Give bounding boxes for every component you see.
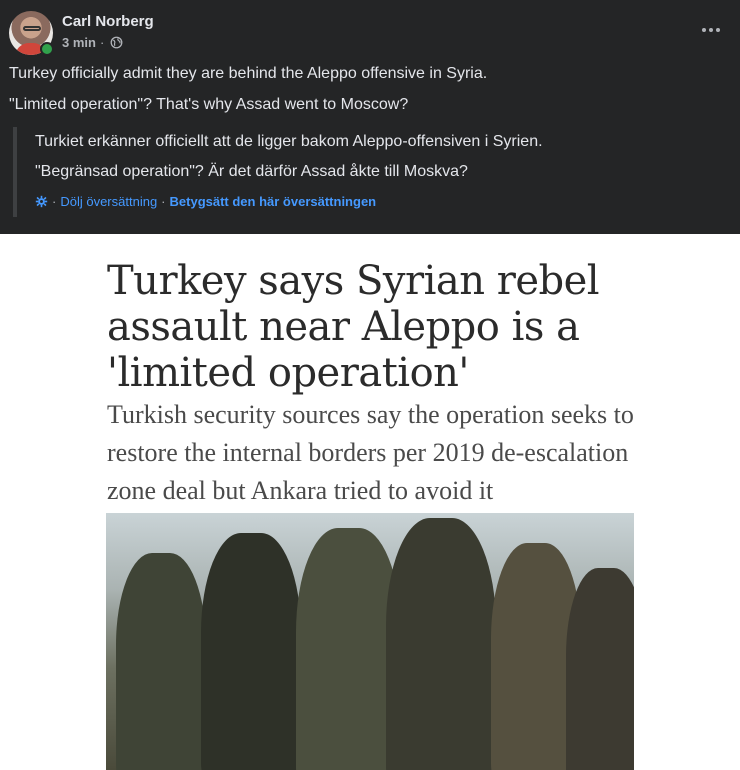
footer-separator: · — [52, 194, 57, 209]
soldier-figure — [201, 533, 301, 770]
article-headline: Turkey says Syrian rebel assault near Al… — [107, 258, 600, 396]
post-image[interactable]: Turkey says Syrian rebel assault near Al… — [0, 234, 740, 770]
author-name[interactable]: Carl Norberg — [62, 13, 154, 30]
post-time[interactable]: 3 min — [62, 35, 96, 50]
footer-separator: · — [161, 194, 166, 209]
hide-translation-link[interactable]: Dölj översättning — [60, 194, 157, 209]
post-text-line: "Limited operation"? That's why Assad we… — [9, 96, 409, 113]
online-status-icon — [40, 42, 54, 56]
soldiers-photo — [106, 513, 634, 770]
post-header: Carl Norberg 3 min · — [0, 0, 740, 62]
more-options-button[interactable] — [696, 18, 726, 42]
soldier-figure — [386, 518, 496, 770]
gear-icon[interactable] — [35, 195, 48, 208]
globe-icon — [110, 36, 123, 49]
avatar-glasses — [23, 26, 41, 31]
translation-block: Turkiet erkänner officiellt att de ligge… — [13, 127, 617, 217]
rate-translation-link[interactable]: Betygsätt den här översättningen — [170, 194, 377, 209]
translation-line: Turkiet erkänner officiellt att de ligge… — [35, 133, 543, 150]
translation-footer: · Dölj översättning · Betygsätt den här … — [35, 194, 376, 209]
article-subheadline: Turkish security sources say the operati… — [107, 400, 634, 505]
translation-line: "Begränsad operation"? Är det därför Ass… — [35, 163, 468, 180]
more-dots-icon — [702, 28, 706, 32]
more-dots-icon — [716, 28, 720, 32]
soldier-figure — [116, 553, 206, 770]
post-meta: 3 min · — [62, 35, 123, 50]
post-text-line: Turkey officially admit they are behind … — [9, 65, 488, 82]
meta-separator: · — [99, 35, 105, 50]
soldier-figure — [566, 568, 634, 770]
more-dots-icon — [709, 28, 713, 32]
